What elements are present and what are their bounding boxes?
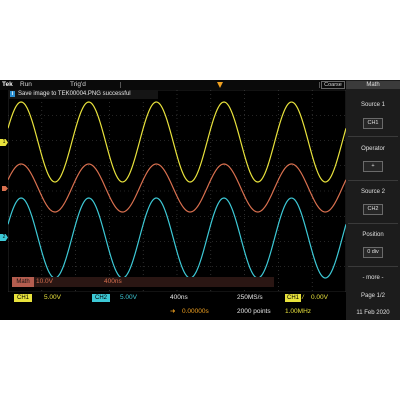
math-menu-sidebar: Math Source 1 CH1 Operator + Source 2 CH…	[346, 80, 400, 320]
position-label: Position	[362, 232, 384, 238]
position-button[interactable]: 0 div	[363, 247, 383, 258]
operator-label: Operator	[361, 146, 385, 152]
source2-label: Source 2	[360, 189, 385, 195]
menu-divider	[348, 180, 398, 181]
menu-divider	[348, 223, 398, 224]
trigger-level: 0.00V	[311, 294, 328, 301]
ch1-scale: 5.00V	[44, 294, 61, 301]
trigger-position-icon	[217, 82, 223, 88]
record-view-bar	[120, 82, 320, 88]
readout-bar: CH1 5.00V CH2 5.00V 400ns 250MS/s CH1 / …	[0, 292, 346, 320]
trigger-status: Trig'd	[70, 81, 86, 88]
trigger-slope-icon: /	[302, 294, 304, 301]
source2-button[interactable]: CH2	[363, 204, 383, 215]
ch2-marker[interactable]: 2	[0, 234, 8, 241]
frequency-readout: 1.00MHz	[285, 308, 312, 315]
info-icon: i	[10, 91, 15, 97]
math-readout-label[interactable]: Math	[12, 277, 34, 287]
date-display: 11 Feb 2020	[356, 310, 390, 316]
ch2-label[interactable]: CH2	[92, 294, 110, 302]
page-indicator: Page 1/2	[360, 293, 386, 299]
source1-label: Source 1	[360, 102, 385, 108]
status-bar: Tek Run Trig'd Coarse	[0, 80, 346, 90]
horizontal-position-icon: ➜	[170, 308, 176, 315]
ch2-scale: 5.00V	[120, 294, 137, 301]
menu-divider	[348, 266, 398, 267]
more-button[interactable]: - more -	[346, 274, 400, 282]
ch1-marker[interactable]: 1	[0, 139, 8, 146]
menu-title: Math	[346, 81, 400, 89]
math-timebase: 400ns	[104, 278, 122, 285]
waveform-plot	[8, 90, 346, 292]
math-readout-strip: 10.0V 400ns	[34, 277, 274, 287]
time-per-div: 400ns	[170, 294, 188, 301]
trigger-source[interactable]: CH1	[285, 294, 301, 302]
math-waveform	[8, 163, 346, 213]
graticule	[8, 90, 346, 292]
acquisition-status: Run	[20, 81, 32, 88]
save-notification: i Save image to TEK00004.PNG successful	[8, 90, 158, 99]
ch1-label[interactable]: CH1	[14, 294, 32, 302]
sample-rate: 250MS/s	[237, 294, 263, 301]
notification-text: Save image to TEK00004.PNG successful	[18, 91, 131, 97]
record-length: 2000 points	[237, 308, 271, 315]
operator-button[interactable]: +	[363, 161, 383, 172]
menu-divider	[348, 136, 398, 137]
math-scale: 10.0V	[36, 278, 53, 285]
coarse-indicator: Coarse	[321, 81, 345, 89]
horizontal-position: 0.00000s	[182, 308, 209, 315]
source1-button[interactable]: CH1	[363, 118, 383, 129]
oscilloscope-display: Tek Run Trig'd Coarse i Save image to TEK…	[0, 80, 400, 320]
brand-logo: Tek	[2, 81, 13, 88]
